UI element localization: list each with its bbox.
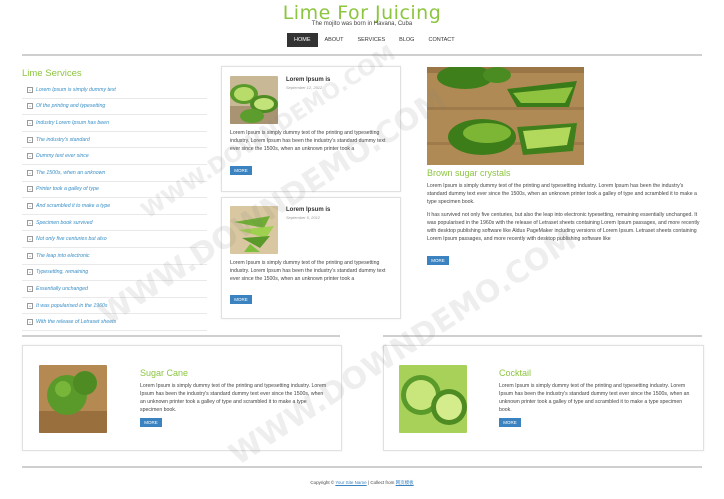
sidebar-item-label: It was popularised in the 1960s bbox=[36, 302, 108, 309]
more-button[interactable]: More bbox=[499, 418, 521, 427]
sidebar: Lime Services + Lorem Ipsum is simply dum… bbox=[22, 66, 207, 331]
section-divider bbox=[22, 335, 340, 337]
expand-icon: + bbox=[27, 319, 33, 326]
nav-about[interactable]: About bbox=[318, 33, 351, 47]
section-divider bbox=[383, 335, 702, 337]
expand-icon: + bbox=[27, 86, 33, 93]
sidebar-item[interactable]: + And scrambled it to make a type bbox=[22, 198, 207, 215]
sidebar-item[interactable]: + Essentially unchanged bbox=[22, 281, 207, 298]
expand-icon: + bbox=[27, 136, 33, 143]
sidebar-item-label: The industry's standard bbox=[36, 136, 90, 143]
sidebar-item-label: And scrambled it to make a type bbox=[36, 202, 111, 209]
feature-paragraph-2: It has survived not only five centuries,… bbox=[427, 212, 700, 242]
sidebar-item[interactable]: + Typesetting, remaining bbox=[22, 265, 207, 282]
expand-icon: + bbox=[27, 285, 33, 292]
sidebar-item[interactable]: + Printer took a galley of type bbox=[22, 182, 207, 199]
sidebar-title: Lime Services bbox=[22, 68, 82, 79]
sidebar-item-label: The leap into electronic bbox=[36, 252, 90, 259]
site-footer: Copyright © Your Site Name | Collect fro… bbox=[0, 480, 724, 486]
expand-icon: + bbox=[27, 252, 33, 259]
sidebar-list: + Lorem Ipsum is simply dummy text + Of the… bbox=[22, 82, 207, 331]
post-card: Lorem Ipsum is September 12, 2012 Lorem … bbox=[221, 66, 401, 192]
feature-paragraph-1: Lorem Ipsum is simply dummy text of the … bbox=[427, 183, 697, 205]
site-header: Lime For Juicing The mojito was born in … bbox=[0, 0, 724, 56]
sidebar-item[interactable]: + Specimen book survived bbox=[22, 215, 207, 232]
sidebar-item[interactable]: + Industry Lorem Ipsum has been bbox=[22, 115, 207, 132]
sidebar-item-label: Essentially unchanged bbox=[36, 285, 88, 292]
footer-separator-text: | Collect from bbox=[367, 480, 395, 485]
more-button[interactable]: More bbox=[230, 295, 252, 304]
sidebar-item-label: Specimen book survived bbox=[36, 219, 93, 226]
lime-wedges-thumbnail[interactable] bbox=[230, 206, 278, 254]
sidebar-item-label: Lorem Ipsum is simply dummy text bbox=[36, 86, 116, 93]
sidebar-item-label: Printer took a galley of type bbox=[36, 186, 99, 193]
collect-link[interactable]: 网页模板 bbox=[396, 480, 414, 485]
sidebar-item[interactable]: + With the release of Letraset sheets bbox=[22, 314, 207, 331]
post-excerpt: Lorem Ipsum is simply dummy text of the … bbox=[230, 260, 386, 282]
post-date: September 5, 2012 bbox=[286, 215, 321, 220]
expand-icon: + bbox=[27, 202, 33, 209]
more-button[interactable]: More bbox=[230, 166, 252, 175]
expand-icon: + bbox=[27, 269, 33, 276]
nav-blog[interactable]: Blog bbox=[392, 33, 421, 47]
sidebar-item[interactable]: + The leap into electronic bbox=[22, 248, 207, 265]
nav-contact[interactable]: Contact bbox=[421, 33, 461, 47]
expand-icon: + bbox=[27, 186, 33, 193]
sidebar-item-label: Dummy text ever since bbox=[36, 153, 89, 160]
sidebar-item[interactable]: + Of the printing and typesetting bbox=[22, 99, 207, 116]
post-title[interactable]: Lorem Ipsum is bbox=[286, 207, 330, 213]
sidebar-item-label: The 1500s, when an unknown bbox=[36, 169, 106, 176]
lime-slices-thumbnail[interactable] bbox=[230, 76, 278, 124]
feature-image[interactable] bbox=[427, 67, 584, 165]
expand-icon: + bbox=[27, 103, 33, 110]
sidebar-item-label: Not only five centuries but also bbox=[36, 236, 107, 243]
sidebar-item-label: Typesetting, remaining bbox=[36, 269, 89, 276]
expand-icon: + bbox=[27, 119, 33, 126]
sidebar-item[interactable]: + It was popularised in the 1960s bbox=[22, 298, 207, 315]
service-title: Cocktail bbox=[499, 368, 532, 378]
lime-wedges-photo bbox=[427, 67, 584, 165]
service-text: Lorem Ipsum is simply dummy text of the … bbox=[140, 383, 327, 413]
nav-home[interactable]: Home bbox=[287, 33, 318, 47]
nav-services[interactable]: Services bbox=[350, 33, 392, 47]
post-card: Lorem Ipsum is September 5, 2012 Lorem I… bbox=[221, 197, 401, 319]
footer-divider bbox=[22, 466, 702, 468]
post-date: September 12, 2012 bbox=[286, 85, 323, 90]
sidebar-item[interactable]: + Lorem Ipsum is simply dummy text bbox=[22, 82, 207, 99]
sidebar-item[interactable]: + Dummy text ever since bbox=[22, 148, 207, 165]
service-card: Sugar Cane Lorem Ipsum is simply dummy t… bbox=[22, 345, 342, 451]
expand-icon: + bbox=[27, 153, 33, 160]
whole-lime-image[interactable] bbox=[39, 365, 107, 433]
copyright-text: Copyright © bbox=[310, 480, 335, 485]
more-button[interactable]: More bbox=[427, 256, 449, 265]
sidebar-item-label: Industry Lorem Ipsum has been bbox=[36, 119, 109, 126]
post-excerpt: Lorem Ipsum is simply dummy text of the … bbox=[230, 130, 386, 152]
sidebar-item[interactable]: + The 1500s, when an unknown bbox=[22, 165, 207, 182]
post-title[interactable]: Lorem Ipsum is bbox=[286, 77, 330, 83]
sidebar-item[interactable]: + Not only five centuries but also bbox=[22, 231, 207, 248]
sidebar-item-label: With the release of Letraset sheets bbox=[36, 319, 117, 326]
site-tagline: The mojito was born in Havana, Cuba bbox=[311, 21, 413, 27]
service-card: Cocktail Lorem Ipsum is simply dummy tex… bbox=[383, 345, 704, 451]
expand-icon: + bbox=[27, 236, 33, 243]
expand-icon: + bbox=[27, 169, 33, 176]
expand-icon: + bbox=[27, 302, 33, 309]
sidebar-item-label: Of the printing and typesetting bbox=[36, 103, 106, 110]
service-text: Lorem Ipsum is simply dummy text of the … bbox=[499, 383, 690, 413]
expand-icon: + bbox=[27, 219, 33, 226]
header-divider bbox=[22, 54, 702, 56]
site-name-link[interactable]: Your Site Name bbox=[335, 480, 366, 485]
service-title: Sugar Cane bbox=[140, 368, 189, 378]
feature-title: Brown sugar crystals bbox=[427, 168, 511, 178]
main-nav: Home About Services Blog Contact bbox=[287, 33, 462, 47]
sidebar-item[interactable]: + The industry's standard bbox=[22, 132, 207, 149]
lime-halves-image[interactable] bbox=[399, 365, 467, 433]
more-button[interactable]: More bbox=[140, 418, 162, 427]
